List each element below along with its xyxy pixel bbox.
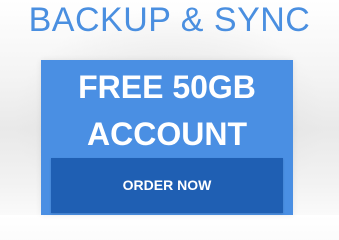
order-now-button[interactable]: ORDER NOW <box>51 158 283 213</box>
promo-headline-line2: ACCOUNT <box>87 116 247 152</box>
promo-headline-line1: FREE 50GB <box>78 69 256 105</box>
page-title: BACKUP & SYNC <box>28 1 311 39</box>
